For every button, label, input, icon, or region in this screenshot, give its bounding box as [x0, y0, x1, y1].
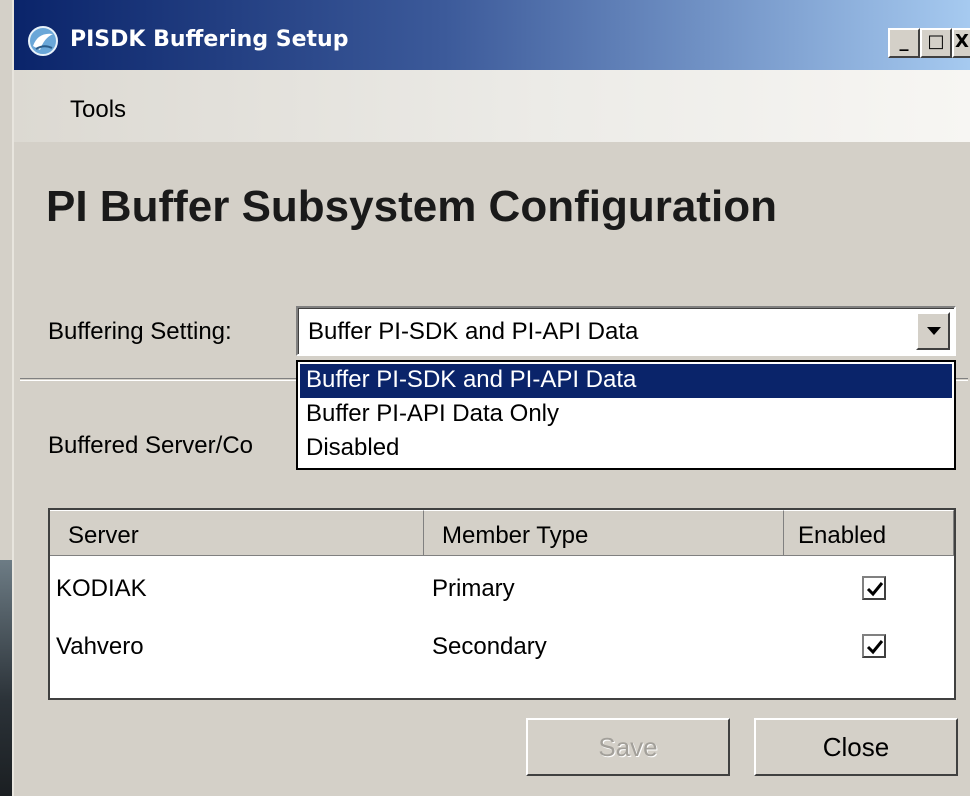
chevron-down-icon[interactable]	[916, 312, 950, 350]
dropdown-option-buffer-api-only[interactable]: Buffer PI-API Data Only	[300, 398, 952, 432]
pisdk-buffering-setup-window: PISDK Buffering Setup _ □ X Tools PI Buf…	[12, 0, 970, 796]
buffering-setting-select[interactable]: Buffer PI-SDK and PI-API Data	[296, 306, 956, 356]
table-row[interactable]: Vahvero Secondary	[50, 618, 954, 672]
checkmark-icon	[866, 582, 884, 597]
enabled-checkbox[interactable]	[862, 576, 886, 600]
table-header: Server Member Type Enabled	[50, 510, 954, 556]
column-header-enabled[interactable]: Enabled	[784, 510, 954, 556]
close-button[interactable]: Close	[754, 718, 958, 776]
buffered-servers-label: Buffered Server/Co	[48, 432, 253, 459]
title-bar[interactable]: PISDK Buffering Setup _ □ X	[14, 0, 970, 70]
server-name: Vahvero	[56, 633, 144, 660]
pi-sdk-app-icon	[26, 24, 60, 58]
save-button[interactable]: Save	[526, 718, 730, 776]
dropdown-option-disabled[interactable]: Disabled	[300, 432, 952, 466]
close-icon: X	[955, 31, 969, 52]
member-type: Secondary	[432, 633, 547, 660]
column-header-member-type[interactable]: Member Type	[424, 510, 784, 556]
page-title: PI Buffer Subsystem Configuration	[46, 182, 777, 231]
menu-item-tools[interactable]: Tools	[60, 92, 136, 128]
desktop-background	[0, 560, 12, 796]
table-row[interactable]: KODIAK Primary	[50, 560, 954, 614]
server-name: KODIAK	[56, 575, 147, 602]
window-title: PISDK Buffering Setup	[70, 27, 349, 52]
maximize-button[interactable]: □	[920, 28, 952, 58]
buffering-setting-value: Buffer PI-SDK and PI-API Data	[308, 318, 639, 345]
minimize-button[interactable]: _	[888, 28, 920, 58]
close-window-button[interactable]: X	[952, 28, 970, 58]
column-header-server[interactable]: Server	[50, 510, 424, 556]
enabled-checkbox[interactable]	[862, 634, 886, 658]
buffering-setting-dropdown-list: Buffer PI-SDK and PI-API Data Buffer PI-…	[296, 360, 956, 470]
servers-table: Server Member Type Enabled KODIAK Primar…	[48, 508, 956, 700]
menu-bar: Tools	[14, 70, 970, 142]
dropdown-option-buffer-sdk-api[interactable]: Buffer PI-SDK and PI-API Data	[300, 364, 952, 398]
buffering-setting-label: Buffering Setting:	[48, 318, 232, 345]
member-type: Primary	[432, 575, 515, 602]
minimize-icon: _	[899, 31, 909, 52]
checkmark-icon	[866, 640, 884, 655]
maximize-icon: □	[927, 31, 945, 52]
